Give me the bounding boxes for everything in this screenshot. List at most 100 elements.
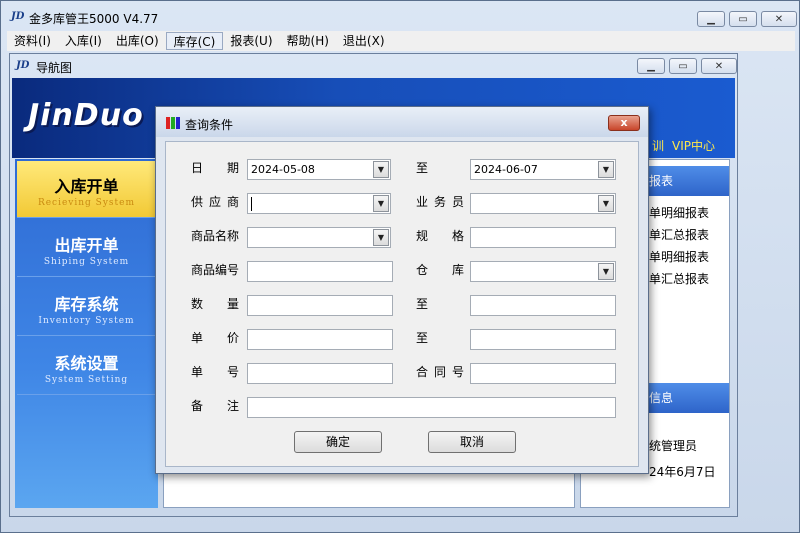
dropdown-arrow-icon[interactable]: ▼ bbox=[598, 161, 614, 178]
module-title: 库存系统 bbox=[54, 295, 119, 314]
contract-no-input[interactable] bbox=[470, 363, 616, 384]
banner-link-vip[interactable]: VIP中心 bbox=[672, 137, 715, 154]
dialog-close-button[interactable]: x bbox=[608, 115, 640, 131]
price-to-input[interactable] bbox=[470, 329, 616, 350]
date-to-picker[interactable]: 2024-06-07 ▼ bbox=[470, 159, 616, 180]
maximize-button[interactable]: ▭ bbox=[729, 11, 757, 27]
dialog-body: 日期 2024-05-08 ▼ 至 2024-06-07 ▼ 供应商 ▼ 业务员 bbox=[165, 141, 639, 467]
module-title: 系统设置 bbox=[54, 354, 119, 373]
report-link[interactable]: 单明细报表 bbox=[649, 204, 709, 221]
date-to-value: 2024-06-07 bbox=[474, 163, 538, 176]
maximize-icon: ▭ bbox=[678, 60, 688, 72]
label-remark: 备注 bbox=[191, 399, 239, 413]
app-logo: JD bbox=[11, 11, 25, 22]
window-title: 金多库管王5000 V4.77 bbox=[29, 12, 159, 26]
module-menu: 入库开单 Recieving System 出库开单 Shiping Syste… bbox=[15, 159, 158, 508]
main-titlebar: JD 金多库管王5000 V4.77 ▁ ▭ ✕ bbox=[1, 1, 799, 31]
close-icon: ✕ bbox=[774, 13, 784, 25]
warehouse-combo[interactable]: ▼ bbox=[470, 261, 616, 282]
label-to-quantity: 至 bbox=[416, 297, 429, 311]
label-contract-no: 合同号 bbox=[416, 365, 464, 379]
order-no-input[interactable] bbox=[247, 363, 393, 384]
main-window-controls: ▁ ▭ ✕ bbox=[697, 11, 797, 27]
current-date: 24年6月7日 bbox=[649, 465, 716, 479]
date-from-picker[interactable]: 2024-05-08 ▼ bbox=[247, 159, 391, 180]
dropdown-arrow-icon[interactable]: ▼ bbox=[373, 161, 389, 178]
menu-inventory[interactable]: 库存(C) bbox=[165, 32, 224, 50]
ok-button[interactable]: 确定 bbox=[294, 431, 382, 453]
report-link[interactable]: 单汇总报表 bbox=[649, 226, 709, 243]
label-warehouse: 仓库 bbox=[416, 263, 464, 277]
quantity-to-input[interactable] bbox=[470, 295, 616, 316]
dropdown-arrow-icon[interactable]: ▼ bbox=[373, 195, 389, 212]
close-icon: ✕ bbox=[714, 60, 724, 72]
module-shipping[interactable]: 出库开单 Shiping System bbox=[17, 220, 156, 277]
close-button[interactable]: ✕ bbox=[761, 11, 797, 27]
module-subtitle: System Setting bbox=[44, 375, 129, 385]
dialog-title: 查询条件 bbox=[185, 118, 234, 132]
current-user: 统管理员 bbox=[649, 439, 698, 453]
menu-stock-in[interactable]: 入库(I) bbox=[58, 32, 109, 50]
menu-reports[interactable]: 报表(U) bbox=[223, 32, 279, 50]
label-date: 日期 bbox=[191, 161, 239, 175]
product-code-input[interactable] bbox=[247, 261, 393, 282]
module-settings[interactable]: 系统设置 System Setting bbox=[17, 338, 156, 395]
module-subtitle: Inventory System bbox=[38, 316, 135, 326]
label-price: 单价 bbox=[191, 331, 239, 345]
spec-input[interactable] bbox=[470, 227, 616, 248]
module-subtitle: Recieving System bbox=[37, 198, 136, 208]
menu-help[interactable]: 帮助(H) bbox=[280, 32, 336, 50]
supplier-combo[interactable]: ▼ bbox=[247, 193, 391, 214]
label-order-no: 单号 bbox=[191, 365, 239, 379]
nav-close-button[interactable]: ✕ bbox=[701, 58, 737, 74]
nav-title: 导航图 bbox=[36, 61, 73, 75]
label-supplier: 供应商 bbox=[191, 195, 239, 209]
quantity-from-input[interactable] bbox=[247, 295, 393, 316]
banner-links: 训 VIP中心 bbox=[652, 137, 715, 154]
label-to-price: 至 bbox=[416, 331, 429, 345]
text-caret bbox=[251, 197, 252, 211]
label-to-date: 至 bbox=[416, 161, 429, 175]
remark-input[interactable] bbox=[247, 397, 616, 418]
label-quantity: 数量 bbox=[191, 297, 239, 311]
brand-logo: JinDuo bbox=[28, 98, 144, 133]
menu-stock-out[interactable]: 出库(O) bbox=[109, 32, 166, 50]
nav-maximize-button[interactable]: ▭ bbox=[669, 58, 697, 74]
salesperson-combo[interactable]: ▼ bbox=[470, 193, 616, 214]
nav-minimize-button[interactable]: ▁ bbox=[637, 58, 665, 74]
close-icon: x bbox=[620, 116, 628, 129]
module-title: 出库开单 bbox=[54, 236, 119, 255]
dropdown-arrow-icon[interactable]: ▼ bbox=[598, 195, 614, 212]
date-from-value: 2024-05-08 bbox=[251, 163, 315, 176]
dropdown-arrow-icon[interactable]: ▼ bbox=[598, 263, 614, 280]
module-inventory[interactable]: 库存系统 Inventory System bbox=[17, 279, 156, 336]
main-window: JD 金多库管王5000 V4.77 ▁ ▭ ✕ 资料(I) 入库(I) 出库(… bbox=[0, 0, 800, 533]
module-receiving[interactable]: 入库开单 Recieving System bbox=[17, 161, 156, 218]
cancel-button[interactable]: 取消 bbox=[428, 431, 516, 453]
label-spec: 规格 bbox=[416, 229, 464, 243]
query-dialog: 查询条件 x 日期 2024-05-08 ▼ 至 2024-06-07 ▼ 供应… bbox=[155, 106, 649, 474]
app-icon bbox=[166, 117, 180, 129]
nav-logo: JD bbox=[16, 60, 30, 71]
menu-data[interactable]: 资料(I) bbox=[7, 32, 58, 50]
dropdown-arrow-icon[interactable]: ▼ bbox=[373, 229, 389, 246]
minimize-icon: ▁ bbox=[707, 13, 715, 25]
label-product-name: 商品名称 bbox=[191, 229, 240, 243]
label-product-code: 商品编号 bbox=[191, 263, 240, 277]
minimize-icon: ▁ bbox=[647, 60, 655, 72]
label-salesperson: 业务员 bbox=[416, 195, 464, 209]
module-subtitle: Shiping System bbox=[43, 257, 130, 267]
menubar: 资料(I) 入库(I) 出库(O) 库存(C) 报表(U) 帮助(H) 退出(X… bbox=[7, 31, 795, 51]
report-link[interactable]: 单明细报表 bbox=[649, 248, 709, 265]
minimize-button[interactable]: ▁ bbox=[697, 11, 725, 27]
product-name-combo[interactable]: ▼ bbox=[247, 227, 391, 248]
banner-link-training[interactable]: 训 bbox=[652, 137, 664, 154]
nav-titlebar: JD 导航图 ▁ ▭ ✕ bbox=[10, 54, 737, 78]
nav-window-controls: ▁ ▭ ✕ bbox=[637, 58, 737, 74]
report-link[interactable]: 单汇总报表 bbox=[649, 270, 709, 287]
dialog-titlebar: 查询条件 x bbox=[156, 107, 648, 137]
price-from-input[interactable] bbox=[247, 329, 393, 350]
menu-exit[interactable]: 退出(X) bbox=[336, 32, 392, 50]
maximize-icon: ▭ bbox=[738, 13, 748, 25]
module-title: 入库开单 bbox=[54, 177, 119, 196]
